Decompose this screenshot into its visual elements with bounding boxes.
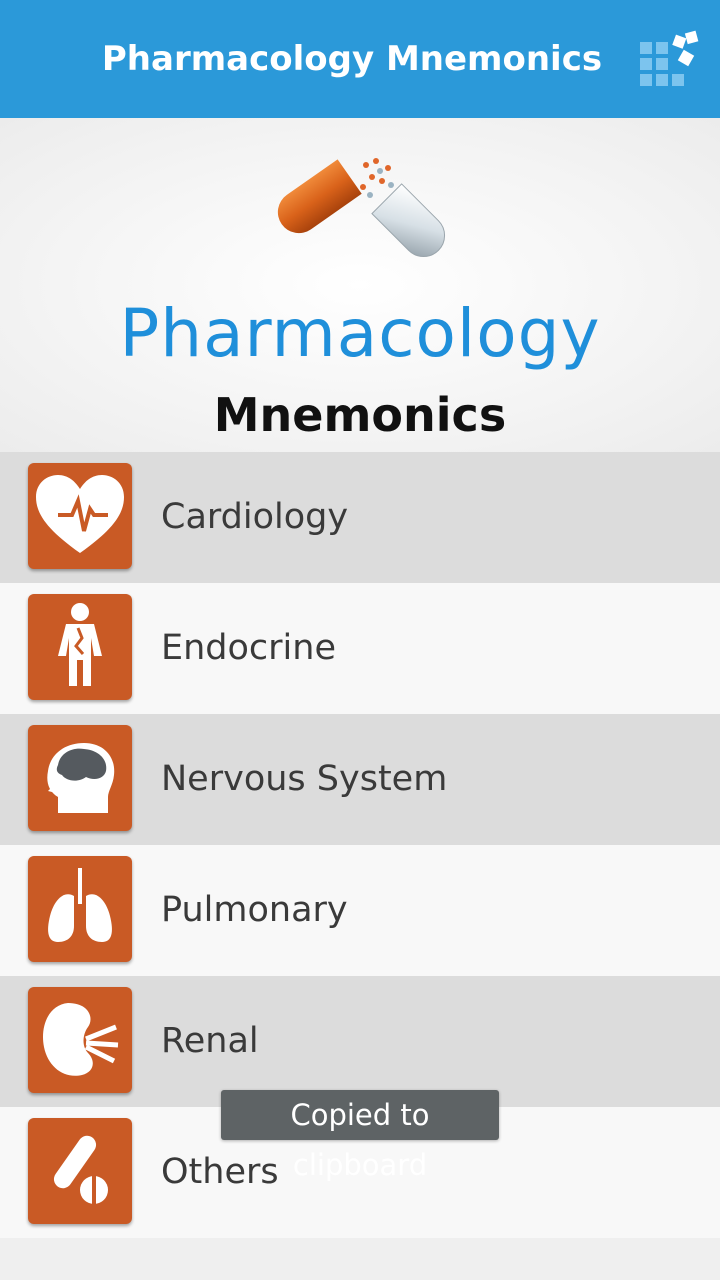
- logo-subtitle: Mnemonics: [213, 388, 507, 442]
- category-label: Pulmonary: [161, 890, 348, 930]
- lungs-icon: [28, 856, 132, 962]
- app-title: Pharmacology Mnemonics: [101, 39, 603, 79]
- category-item-cardiology[interactable]: Cardiology: [0, 452, 720, 583]
- toast-message: Copied to clipboard: [221, 1090, 499, 1182]
- body-icon: [28, 594, 132, 700]
- category-item-nervous-system[interactable]: Nervous System: [0, 714, 720, 845]
- kidney-icon: [28, 987, 132, 1093]
- grid-menu-icon[interactable]: [636, 28, 700, 92]
- category-label: Nervous System: [161, 759, 448, 799]
- brain-head-icon: [28, 725, 132, 831]
- heart-icon: [28, 463, 132, 569]
- capsule-icon: [270, 135, 455, 260]
- app-bar: Pharmacology Mnemonics: [0, 0, 720, 118]
- category-item-endocrine[interactable]: Endocrine: [0, 583, 720, 714]
- logo-title: Pharmacology: [119, 295, 601, 372]
- category-item-renal[interactable]: Renal: [0, 976, 720, 1107]
- pill-icon: [28, 1118, 132, 1224]
- category-label: Cardiology: [161, 497, 349, 537]
- bottom-spacer: [0, 1238, 720, 1280]
- category-label: Endocrine: [161, 628, 336, 668]
- category-label: Renal: [161, 1021, 259, 1061]
- category-item-pulmonary[interactable]: Pulmonary: [0, 845, 720, 976]
